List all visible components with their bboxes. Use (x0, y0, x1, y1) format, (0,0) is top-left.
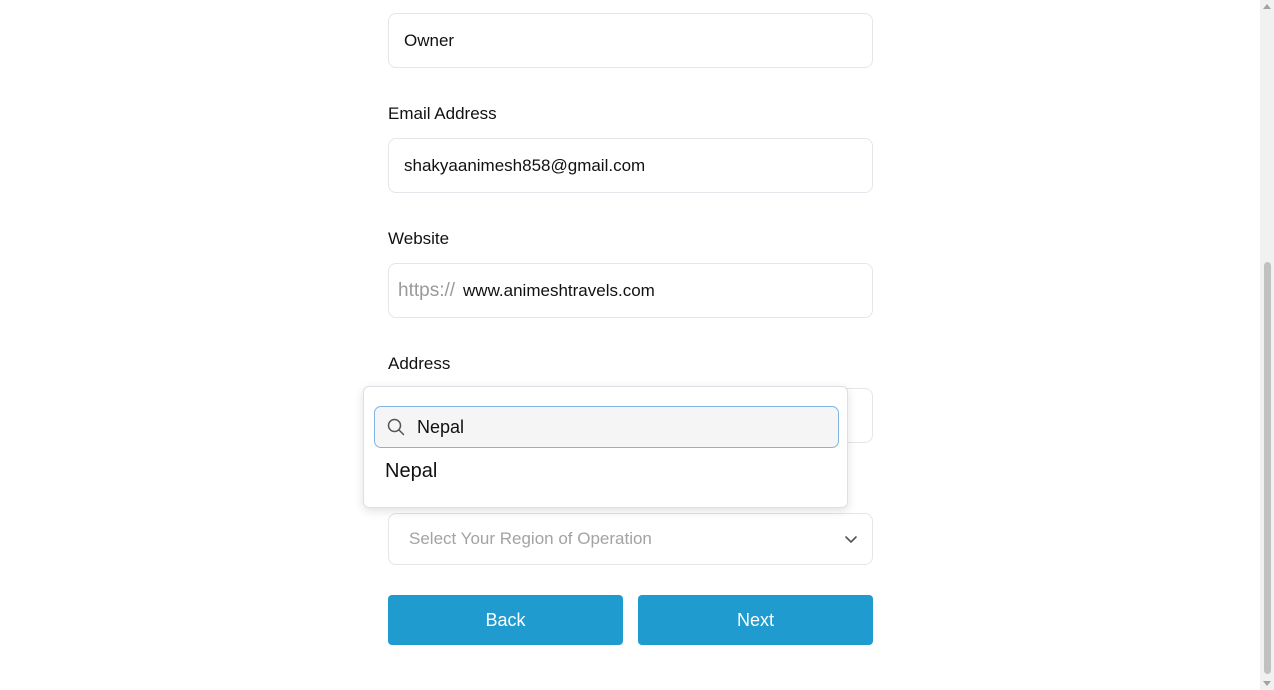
email-field[interactable]: shakyaanimesh858@gmail.com (388, 138, 873, 193)
search-icon (387, 418, 405, 436)
website-prefix: https:// (398, 279, 456, 301)
country-option-nepal[interactable]: Nepal (385, 460, 437, 483)
website-field[interactable]: https:// www.animeshtravels.com (388, 263, 873, 318)
scroll-thumb[interactable] (1264, 262, 1271, 674)
page-scrollbar[interactable] (1260, 0, 1274, 690)
country-search-input[interactable]: Nepal (374, 406, 839, 448)
region-select[interactable]: Select Your Region of Operation (388, 513, 873, 565)
role-value: Owner (404, 30, 455, 50)
email-label: Email Address (388, 104, 497, 123)
website-value: www.animeshtravels.com (463, 280, 655, 300)
next-button[interactable]: Next (638, 595, 873, 645)
website-label: Website (388, 229, 450, 248)
scroll-down-arrow[interactable] (1263, 681, 1271, 686)
page: Owner Email Address shakyaanimesh858@gma… (0, 0, 1274, 690)
scroll-up-arrow[interactable] (1263, 4, 1271, 9)
country-dropdown: Nepal Nepal (363, 386, 848, 508)
email-value: shakyaanimesh858@gmail.com (404, 155, 646, 175)
chevron-down-icon (844, 532, 858, 546)
back-button[interactable]: Back (388, 595, 623, 645)
region-placeholder: Select Your Region of Operation (409, 529, 652, 548)
country-search-value: Nepal (417, 416, 465, 437)
role-field[interactable]: Owner (388, 13, 873, 68)
address-label: Address (388, 354, 451, 373)
